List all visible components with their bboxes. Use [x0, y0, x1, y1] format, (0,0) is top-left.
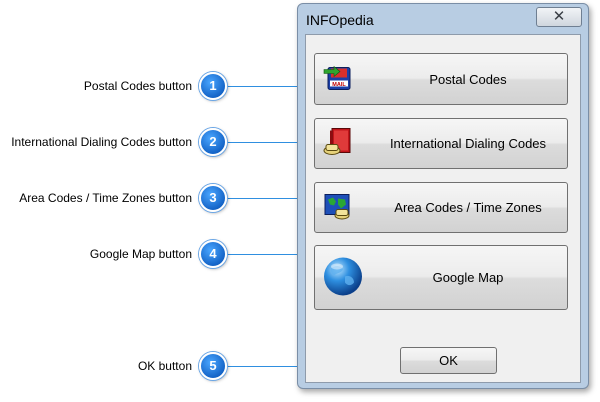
- dialog-client-area: MAIL Postal Codes International Dialing …: [305, 34, 581, 383]
- ok-button[interactable]: OK: [400, 347, 497, 374]
- callout-label-dialing: International Dialing Codes button: [11, 135, 192, 149]
- close-button[interactable]: ✕: [536, 7, 582, 27]
- international-dialing-codes-label: International Dialing Codes: [389, 136, 547, 151]
- dialog-title: INFOpedia: [306, 12, 374, 28]
- postal-codes-button[interactable]: MAIL Postal Codes: [314, 53, 568, 105]
- callout-badge-2: 2: [199, 128, 227, 156]
- google-map-button[interactable]: Google Map: [314, 245, 568, 310]
- callout-label-postal: Postal Codes button: [83, 79, 192, 93]
- dialog-titlebar[interactable]: INFOpedia ✕: [298, 4, 588, 34]
- svg-text:MAIL: MAIL: [332, 82, 346, 88]
- callout-badge-5: 5: [199, 352, 227, 380]
- callout-label-google: Google Map button: [89, 247, 192, 261]
- area-codes-time-zones-button[interactable]: Area Codes / Time Zones: [314, 182, 568, 233]
- international-dialing-codes-button[interactable]: International Dialing Codes: [314, 118, 568, 169]
- infopedia-dialog: INFOpedia ✕ MAIL Postal Codes Internatio…: [297, 3, 589, 389]
- google-map-label: Google Map: [432, 270, 504, 285]
- phonebook-icon: [321, 125, 355, 162]
- callout-badge-1: 1: [199, 72, 227, 100]
- close-icon: ✕: [552, 8, 566, 25]
- map-phone-icon: [321, 189, 355, 226]
- postal-codes-label: Postal Codes: [429, 71, 507, 87]
- area-codes-time-zones-label: Area Codes / Time Zones: [394, 200, 542, 215]
- mailbox-icon: MAIL: [321, 61, 355, 98]
- callout-label-area: Area Codes / Time Zones button: [19, 191, 192, 205]
- callout-badge-4: 4: [199, 240, 227, 268]
- callout-label-ok: OK button: [137, 359, 192, 373]
- globe-icon: [321, 254, 365, 301]
- callout-badge-3: 3: [199, 184, 227, 212]
